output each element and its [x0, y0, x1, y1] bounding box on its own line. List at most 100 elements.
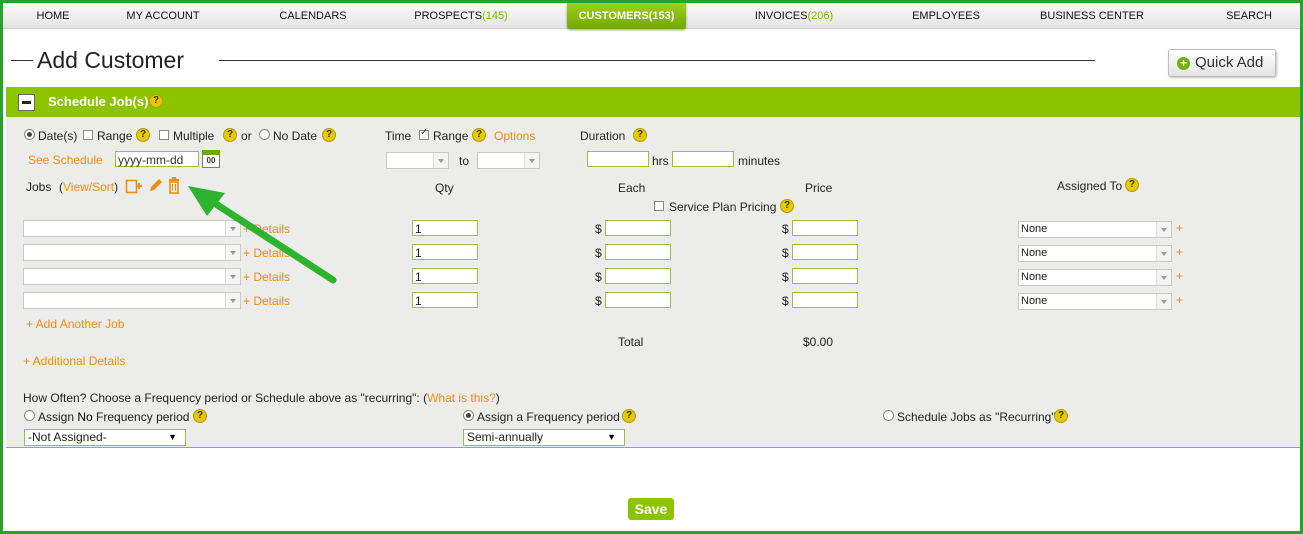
- chevron-down-icon: [225, 293, 240, 308]
- chevron-down-icon: [1156, 222, 1171, 237]
- calendar-icon[interactable]: 00: [202, 150, 220, 168]
- schedule-recurring-label: Schedule Jobs as "Recurring": [897, 410, 1056, 424]
- help-icon[interactable]: ?: [633, 128, 647, 142]
- nav-my-account[interactable]: MY ACCOUNT: [126, 3, 199, 28]
- dropdown-triangle-icon: ▼: [607, 432, 616, 442]
- or-label: or: [241, 129, 252, 143]
- total-label: Total: [618, 335, 644, 349]
- help-icon[interactable]: ?: [193, 409, 207, 423]
- assign-frequency-radio[interactable]: [463, 410, 474, 421]
- multiple-checkbox[interactable]: [159, 130, 169, 140]
- price-currency: $: [782, 246, 789, 260]
- annotation-arrow-icon: [188, 186, 337, 284]
- add-another-job-link[interactable]: + Add Another Job: [26, 317, 124, 331]
- nav-home[interactable]: HOME: [37, 3, 70, 28]
- service-plan-label: Service Plan Pricing: [669, 200, 777, 214]
- chevron-down-icon: [433, 153, 448, 168]
- duration-hrs-input[interactable]: [587, 151, 649, 167]
- view-sort-group: (View/Sort): [59, 180, 119, 194]
- qty-header: Qty: [435, 181, 454, 195]
- help-icon[interactable]: ?: [1125, 178, 1139, 192]
- qty-input[interactable]: 1: [412, 244, 478, 260]
- time-label: Time: [385, 129, 412, 143]
- nav-business-center[interactable]: BUSINESS CENTER: [1040, 3, 1144, 28]
- assigned-select[interactable]: None: [1018, 293, 1172, 310]
- edit-pencil-icon[interactable]: [147, 176, 163, 194]
- nav-employees[interactable]: EMPLOYEES: [912, 3, 980, 28]
- additional-details-link[interactable]: + Additional Details: [23, 354, 125, 368]
- nav-calendars[interactable]: CALENDARS: [279, 3, 346, 28]
- each-input[interactable]: [605, 292, 671, 308]
- no-frequency-select[interactable]: -Not Assigned- ▼: [24, 429, 186, 446]
- assigned-select[interactable]: None: [1018, 245, 1172, 262]
- qty-input[interactable]: 1: [412, 220, 478, 236]
- qty-input[interactable]: 1: [412, 292, 478, 308]
- duration-minutes-input[interactable]: [672, 151, 734, 167]
- help-icon[interactable]: ?: [149, 94, 163, 108]
- price-input[interactable]: [792, 292, 858, 308]
- customers-count: (153): [648, 10, 675, 22]
- each-input[interactable]: [605, 268, 671, 284]
- range-checkbox[interactable]: [83, 130, 93, 140]
- add-assignee-plus[interactable]: +: [1176, 245, 1183, 259]
- each-currency: $: [595, 270, 602, 284]
- nav-prospects[interactable]: PROSPECTS(145): [414, 3, 508, 28]
- assigned-select[interactable]: None: [1018, 221, 1172, 238]
- dates-label: Date(s): [38, 129, 78, 143]
- add-assignee-plus[interactable]: +: [1176, 293, 1183, 307]
- dates-radio[interactable]: [24, 129, 35, 140]
- assigned-to-header: Assigned To: [1057, 179, 1123, 193]
- time-start-select[interactable]: [386, 152, 449, 169]
- price-currency: $: [782, 270, 789, 284]
- app-frame: HOME MY ACCOUNT CALENDARS PROSPECTS(145)…: [0, 0, 1303, 534]
- frequency-period-select[interactable]: Semi-annually ▼: [463, 429, 625, 446]
- each-input[interactable]: [605, 244, 671, 260]
- help-icon[interactable]: ?: [1054, 409, 1068, 423]
- each-currency: $: [595, 294, 602, 308]
- job-select[interactable]: [23, 292, 241, 309]
- help-icon[interactable]: ?: [322, 128, 336, 142]
- each-currency: $: [595, 222, 602, 236]
- what-is-this-link[interactable]: What is this?: [427, 391, 496, 405]
- add-assignee-plus[interactable]: +: [1176, 221, 1183, 235]
- no-date-radio[interactable]: [259, 129, 270, 140]
- quick-add-button[interactable]: + Quick Add: [1168, 49, 1276, 77]
- nav-customers[interactable]: CUSTOMERS(153): [567, 3, 686, 29]
- date-input[interactable]: yyyy-mm-dd: [115, 151, 199, 167]
- job-details-link[interactable]: + Details: [243, 294, 290, 308]
- nav-invoices[interactable]: INVOICES(206): [755, 3, 833, 28]
- section-title: Schedule Job(s): [48, 94, 149, 109]
- help-icon[interactable]: ?: [136, 128, 150, 142]
- add-assignee-plus[interactable]: +: [1176, 269, 1183, 283]
- chevron-down-icon: [1156, 246, 1171, 261]
- options-link[interactable]: Options: [494, 129, 535, 143]
- time-end-select[interactable]: [477, 152, 540, 169]
- add-job-icon[interactable]: [125, 177, 143, 195]
- assign-no-frequency-label: Assign No Frequency period: [38, 410, 190, 424]
- service-plan-checkbox[interactable]: [654, 201, 664, 211]
- chevron-down-icon: [1156, 294, 1171, 309]
- schedule-recurring-radio[interactable]: [883, 410, 894, 421]
- each-currency: $: [595, 246, 602, 260]
- view-sort-link[interactable]: View/Sort: [63, 180, 114, 194]
- to-label: to: [459, 154, 470, 168]
- save-button[interactable]: Save: [628, 498, 674, 520]
- help-icon[interactable]: ?: [472, 128, 486, 142]
- time-range-checkbox[interactable]: [419, 127, 429, 140]
- assign-no-frequency-radio[interactable]: [24, 410, 35, 421]
- price-input[interactable]: [792, 244, 858, 260]
- see-schedule-link[interactable]: See Schedule: [28, 153, 103, 167]
- help-icon[interactable]: ?: [622, 409, 636, 423]
- help-icon[interactable]: ?: [780, 199, 794, 213]
- price-header: Price: [805, 181, 833, 195]
- total-value: $0.00: [803, 335, 834, 349]
- collapse-minus-icon[interactable]: [18, 94, 35, 111]
- nav-search[interactable]: SEARCH: [1226, 3, 1272, 28]
- trash-icon[interactable]: [167, 176, 181, 194]
- price-input[interactable]: [792, 268, 858, 284]
- each-input[interactable]: [605, 220, 671, 236]
- help-icon[interactable]: ?: [223, 128, 237, 142]
- qty-input[interactable]: 1: [412, 268, 478, 284]
- assigned-select[interactable]: None: [1018, 269, 1172, 286]
- price-input[interactable]: [792, 220, 858, 236]
